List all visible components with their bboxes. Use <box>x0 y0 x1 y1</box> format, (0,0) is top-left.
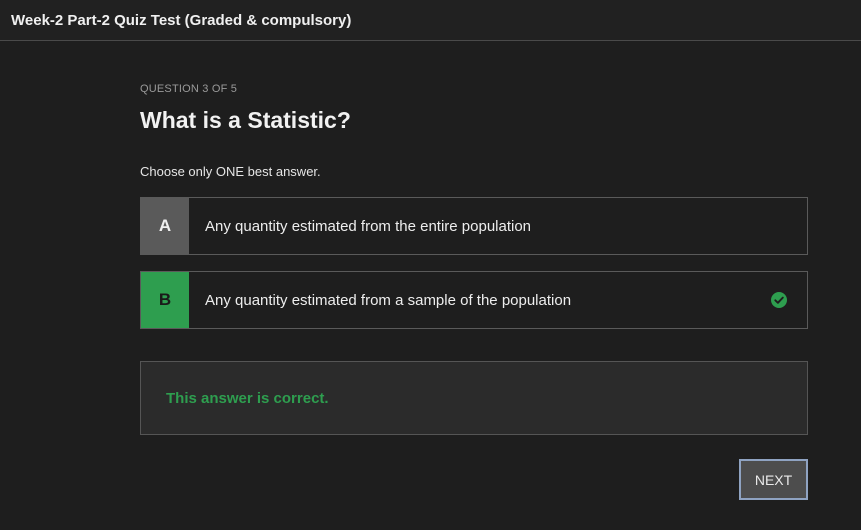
instruction-text: Choose only ONE best answer. <box>140 164 321 179</box>
check-circle-icon <box>771 292 787 308</box>
feedback-box: This answer is correct. <box>140 361 808 435</box>
top-bar: Week-2 Part-2 Quiz Test (Graded & compul… <box>0 0 861 41</box>
option-b-letter: B <box>141 272 189 328</box>
quiz-title: Week-2 Part-2 Quiz Test (Graded & compul… <box>11 11 352 29</box>
question-counter: QUESTION 3 OF 5 <box>140 83 238 95</box>
option-b-text: Any quantity estimated from a sample of … <box>205 291 572 309</box>
option-a-text: Any quantity estimated from the entire p… <box>205 217 532 235</box>
option-a[interactable]: A Any quantity estimated from the entire… <box>140 197 808 255</box>
next-button[interactable]: NEXT <box>739 459 808 500</box>
option-a-letter: A <box>141 198 189 254</box>
question-text: What is a Statistic? <box>140 107 351 133</box>
option-b[interactable]: B Any quantity estimated from a sample o… <box>140 271 808 329</box>
feedback-text: This answer is correct. <box>166 389 329 407</box>
